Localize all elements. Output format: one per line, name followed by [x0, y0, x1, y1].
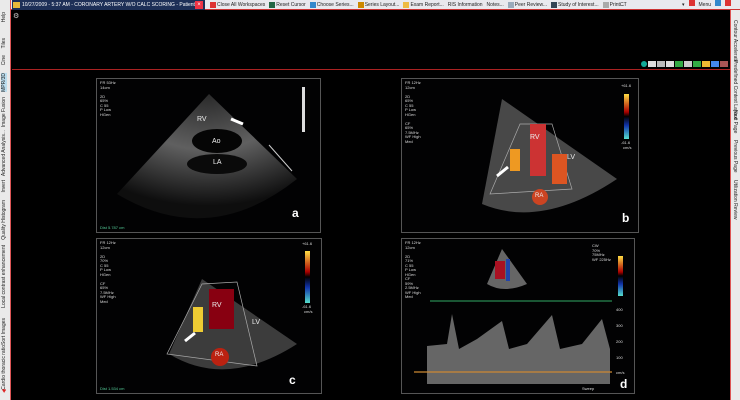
- label-rv: RV: [197, 116, 207, 123]
- tab-mpr-3d[interactable]: MPR/3D: [1, 73, 7, 92]
- ruler-icon[interactable]: [702, 61, 710, 67]
- tab-quality-histogram[interactable]: Quality Histogram: [1, 200, 7, 240]
- folder-icon: [13, 2, 20, 8]
- acquisition-info: FR 12Hz 12cm 2D 65% C 55 P Low HGen CF 6…: [405, 80, 421, 144]
- heart-icon: ♥: [2, 388, 7, 395]
- left-tool-sidebar: Help Tiles Cine MPR/3D Image Fusion Adva…: [0, 0, 11, 400]
- distance-measurement: Dist 5.787 cm: [100, 225, 125, 230]
- tab-sort-images[interactable]: Sort Images: [1, 318, 7, 345]
- window-icon[interactable]: [711, 61, 719, 67]
- tab-advanced-analysis[interactable]: Advanced Analysis...: [1, 130, 7, 176]
- close-viewer-icon[interactable]: [720, 61, 728, 67]
- tab-previous-page[interactable]: Previous Page: [732, 140, 738, 173]
- study-of-interest-button[interactable]: Study of Interest...: [551, 0, 599, 10]
- cursor-icon[interactable]: [657, 61, 665, 67]
- tab-contour-accelerate[interactable]: Contour Accelerate: [732, 20, 738, 63]
- axis-tick: 100: [616, 355, 623, 360]
- alert-icon[interactable]: [688, 0, 695, 6]
- label-ao: Ao: [212, 138, 221, 145]
- tab-local-contrast[interactable]: Local contrast enhancement: [1, 245, 7, 308]
- doppler-info: CW 70% 75MHz WF 225Hz: [592, 243, 611, 262]
- right-tool-sidebar: Contour Accelerate Predefined Context La…: [730, 10, 740, 400]
- velocity-unit: cm/s: [304, 309, 313, 314]
- acquisition-info: FR 12Hz 12cm 2D 71% C 55 P Low HGen CF 5…: [405, 240, 421, 299]
- tab-image-fusion[interactable]: Image Fusion: [1, 97, 7, 127]
- label-ra: RA: [215, 352, 224, 358]
- workspace-tab[interactable]: 10/27/2009 - 5:37 AM - CORONARY ARTERY W…: [12, 0, 205, 10]
- velocity-scale-max: +61.6: [621, 83, 632, 88]
- menu-button[interactable]: Menu: [699, 0, 712, 10]
- axis-tick: 400: [616, 307, 623, 312]
- distance-measurement: Dist 1.534 cm: [100, 386, 125, 391]
- close-all-workspaces-button[interactable]: Close All Workspaces: [210, 0, 265, 10]
- panel-letter: c: [289, 373, 296, 387]
- dropdown-arrow-icon[interactable]: ▾: [682, 0, 685, 10]
- exam-report-button[interactable]: Exam Report...: [403, 0, 444, 10]
- arrow-right-icon[interactable]: [666, 61, 674, 67]
- divider: [12, 69, 730, 70]
- label-rv: RV: [212, 302, 222, 309]
- axis-tick: 300: [616, 323, 623, 328]
- tab-next-page[interactable]: Next Page: [732, 110, 738, 133]
- modality-select[interactable]: CT: [620, 0, 627, 10]
- tab-invert[interactable]: Invert: [1, 180, 7, 193]
- series-layout-button[interactable]: Series Layout...: [357, 0, 399, 10]
- settings-icon[interactable]: ⚙: [13, 12, 21, 20]
- viewer-toolbar: [641, 61, 728, 67]
- color-doppler-image: [166, 251, 310, 370]
- acquisition-info: FR 53Hz 14cm 2D 65% C 55 P Low HGen: [100, 80, 116, 117]
- label-la: LA: [213, 159, 222, 166]
- color-doppler-image: [482, 94, 629, 213]
- axis-tick: 200: [616, 339, 623, 344]
- echo-panel-c[interactable]: FR 12Hz 12cm 2D 70% C 55 P Low HGen CF 6…: [96, 238, 322, 394]
- echo-panel-b[interactable]: FR 12Hz 12cm 2D 65% C 55 P Low HGen CF 6…: [401, 78, 639, 233]
- grid-icon[interactable]: [675, 61, 683, 67]
- close-icon[interactable]: [725, 0, 732, 6]
- tab-cine[interactable]: Cine: [1, 55, 7, 65]
- tab-tiles[interactable]: Tiles: [1, 38, 7, 48]
- label-lv: LV: [567, 154, 576, 161]
- reset-cursor-button[interactable]: Reset Cursor: [269, 0, 306, 10]
- echo-panel-a[interactable]: FR 53Hz 14cm 2D 65% C 55 P Low HGen RV A…: [96, 78, 321, 233]
- close-workspace-icon[interactable]: ×: [195, 1, 203, 9]
- panel-letter: b: [622, 211, 630, 225]
- velocity-scale-max: +61.6: [302, 241, 313, 246]
- sweep-speed: Sweep: [582, 386, 595, 391]
- arrow-left-icon[interactable]: [648, 61, 656, 67]
- axis-unit: cm/s: [616, 370, 625, 375]
- ris-information-button[interactable]: RIS Information: [448, 0, 483, 10]
- spectral-doppler-image: [414, 249, 623, 384]
- tab-help[interactable]: Help: [1, 12, 7, 22]
- label-rv: RV: [530, 134, 540, 141]
- notes-button[interactable]: Notes...: [487, 0, 504, 10]
- peer-review-button[interactable]: Peer Review...: [507, 0, 547, 10]
- label-lv: LV: [252, 319, 261, 326]
- panel-letter: a: [292, 206, 299, 220]
- tile-icon[interactable]: [693, 61, 701, 67]
- globe-icon[interactable]: [641, 61, 647, 67]
- choose-series-button[interactable]: Choose Series...: [309, 0, 354, 10]
- echo-panel-d[interactable]: FR 12Hz 12cm 2D 71% C 55 P Low HGen CF 5…: [401, 238, 635, 394]
- panel-letter: d: [620, 377, 628, 391]
- ultrasound-image: [117, 87, 305, 219]
- acquisition-info: FR 12Hz 12cm 2D 70% C 55 P Low HGen CF 6…: [100, 240, 116, 304]
- layout-icon[interactable]: [684, 61, 692, 67]
- top-toolbar: 10/27/2009 - 5:37 AM - CORONARY ARTERY W…: [0, 0, 740, 10]
- tab-utilization-review[interactable]: Utilization Review: [732, 180, 738, 219]
- minimize-icon[interactable]: [715, 0, 722, 6]
- tab-cardio-thoracic-ratio[interactable]: Cardio thoracic ratio: [1, 345, 7, 390]
- velocity-unit: cm/s: [623, 145, 632, 150]
- label-ra: RA: [535, 193, 544, 199]
- workspace-title: 10/27/2009 - 5:37 AM - CORONARY ARTERY W…: [22, 2, 201, 8]
